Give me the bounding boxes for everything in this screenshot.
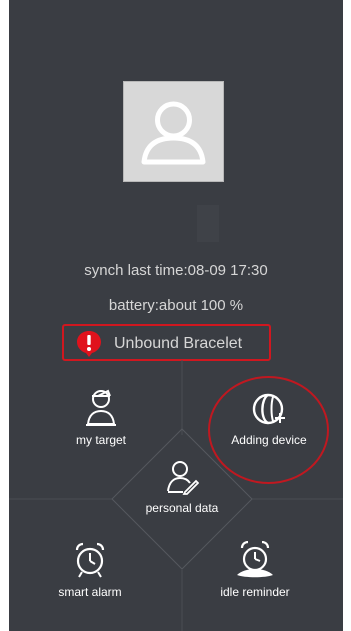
add-device-icon — [252, 393, 285, 425]
target-icon — [86, 389, 116, 426]
personal-data-button[interactable]: personal data — [127, 459, 237, 515]
smart-alarm-button[interactable]: smart alarm — [35, 541, 145, 599]
battery-text: battery:about 100 % — [108, 297, 244, 314]
idle-reminder-label: idle reminder — [220, 585, 290, 599]
sync-time-text: synch last time:08-09 17:30 — [84, 262, 268, 279]
personal-data-label: personal data — [145, 501, 219, 515]
username-placeholder — [197, 205, 219, 242]
avatar-icon — [141, 101, 206, 165]
idle-alarm-icon — [237, 541, 273, 578]
adding-device-label: Adding device — [231, 433, 307, 447]
app-screen: synch last time:08-09 17:30 battery:abou… — [9, 0, 343, 631]
personal-data-icon — [167, 461, 199, 495]
alarm-clock-icon — [75, 542, 105, 578]
alert-icon — [77, 331, 101, 357]
bracelet-status-label: Unbound Bracelet — [114, 335, 243, 352]
my-target-button[interactable]: my target — [46, 387, 156, 447]
unbound-bracelet-status[interactable]: Unbound Bracelet — [62, 324, 271, 361]
my-target-label: my target — [75, 433, 126, 447]
idle-reminder-button[interactable]: idle reminder — [200, 541, 310, 599]
adding-device-button[interactable]: Adding device — [214, 391, 324, 447]
smart-alarm-label: smart alarm — [58, 585, 122, 599]
avatar[interactable] — [123, 81, 224, 182]
